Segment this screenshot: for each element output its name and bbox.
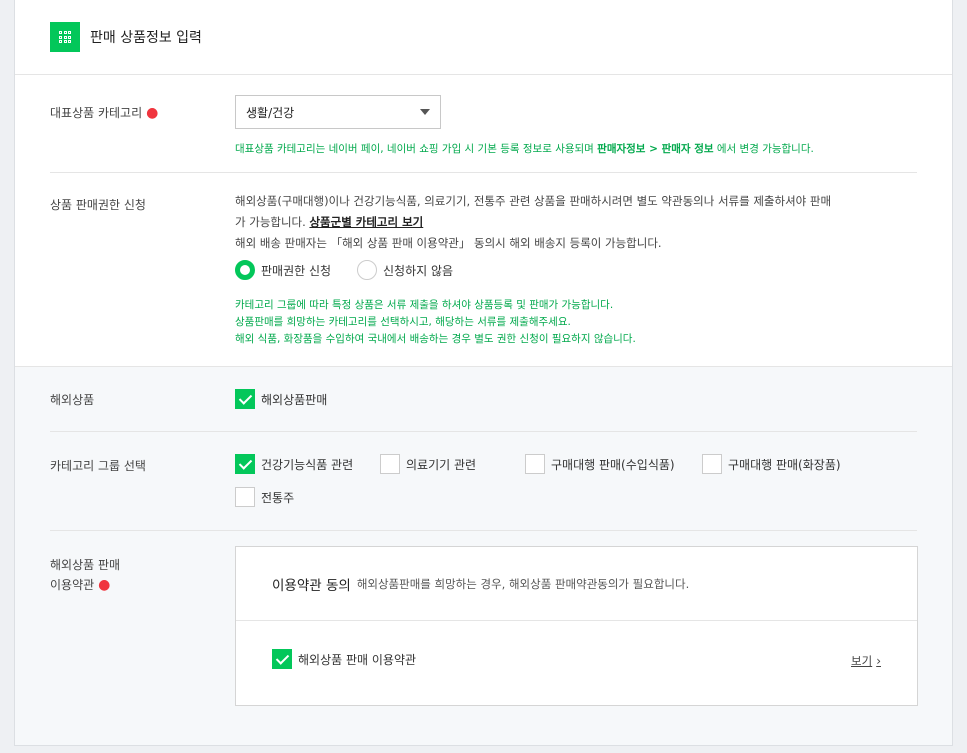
terms-description: 해외상품판매를 희망하는 경우, 해외상품 판매약관동의가 필요합니다. <box>356 576 690 591</box>
seller-info-link[interactable]: 판매자정보 > 판매자 정보 <box>597 143 713 155</box>
terms-label-line2: 이용약관 <box>50 578 95 592</box>
required-mark: ● <box>146 105 159 121</box>
category-select-value: 생활/건강 <box>246 105 295 120</box>
category-label: 대표상품 카테고리 ● <box>50 104 158 121</box>
terms-label: 해외상품 판매 이용약관 ● <box>50 555 120 595</box>
permission-note-2: 상품판매를 희망하는 카테고리를 선택하시고, 해당하는 서류를 제출해주세요. <box>235 316 571 328</box>
category-group-checkbox[interactable]: 전통주 <box>235 487 294 507</box>
checkbox-unchecked-icon <box>380 454 400 474</box>
terms-agree-checkbox[interactable]: 해외상품 판매 이용약관 <box>272 649 416 669</box>
checkbox-unchecked-icon <box>235 487 255 507</box>
radio-apply[interactable]: 판매권한 신청 <box>235 260 331 280</box>
permission-notes: 카테고리 그룹에 따라 특정 상품은 서류 제출을 하셔야 상품등록 및 판매가… <box>235 297 636 348</box>
caret-down-icon <box>420 109 430 115</box>
category-group-item-label: 전통주 <box>261 490 295 505</box>
divider <box>50 172 917 173</box>
permission-note-3: 해외 식품, 화장품을 수입하여 국내에서 배송하는 경우 별도 권한 신청이 … <box>235 333 636 345</box>
category-group-checkbox[interactable]: 구매대행 판매(수입식품) <box>525 454 675 474</box>
permission-desc-line2: 가 가능합니다. 상품군별 카테고리 보기 <box>235 212 925 233</box>
category-select[interactable]: 생활/건강 <box>235 95 441 129</box>
terms-title: 이용약관 동의 <box>272 577 351 594</box>
category-group-link[interactable]: 상품군별 카테고리 보기 <box>309 215 423 229</box>
required-mark: ● <box>98 577 111 593</box>
category-group-checkbox[interactable]: 건강기능식품 관련 <box>235 454 353 474</box>
terms-label-line1: 해외상품 판매 <box>50 558 121 572</box>
category-group-checkbox[interactable]: 의료기기 관련 <box>380 454 476 474</box>
radio-apply-label: 판매권한 신청 <box>261 263 332 278</box>
category-group-item-label: 구매대행 판매(수입식품) <box>551 457 675 472</box>
radio-not-apply[interactable]: 신청하지 않음 <box>357 260 453 280</box>
panel-header: 판매 상품정보 입력 <box>15 0 952 75</box>
radio-checked-icon <box>235 260 255 280</box>
checkbox-unchecked-icon <box>525 454 545 474</box>
category-group-checkbox[interactable]: 구매대행 판매(화장품) <box>702 454 841 474</box>
checkbox-checked-icon <box>272 649 292 669</box>
terms-box: 이용약관 동의 해외상품판매를 희망하는 경우, 해외상품 판매약관동의가 필요… <box>235 546 918 706</box>
checkbox-checked-icon <box>235 389 255 409</box>
divider <box>50 530 917 531</box>
overseas-sale-checkbox[interactable]: 해외상품판매 <box>235 389 327 409</box>
terms-view-label: 보기 <box>851 654 873 668</box>
category-group-item-label: 의료기기 관련 <box>406 457 477 472</box>
radio-unchecked-icon <box>357 260 377 280</box>
checkbox-unchecked-icon <box>702 454 722 474</box>
terms-view-link[interactable]: 보기 › <box>851 653 881 669</box>
category-notice-suffix: 에서 변경 가능합니다. <box>713 143 814 155</box>
permission-note-1: 카테고리 그룹에 따라 특정 상품은 서류 제출을 하셔야 상품등록 및 판매가… <box>235 299 614 311</box>
terms-header: 이용약관 동의 해외상품판매를 희망하는 경우, 해외상품 판매약관동의가 필요… <box>236 547 917 621</box>
divider <box>50 431 917 432</box>
category-group-label: 카테고리 그룹 선택 <box>50 459 146 473</box>
overseas-sale-label: 해외상품판매 <box>261 392 328 407</box>
category-label-text: 대표상품 카테고리 <box>50 106 143 120</box>
permission-desc-line1: 해외상품(구매대행)이나 건강기능식품, 의료기기, 전통주 관련 상품을 판매… <box>235 194 832 208</box>
radio-not-apply-label: 신청하지 않음 <box>383 263 454 278</box>
product-info-panel: 판매 상품정보 입력 대표상품 카테고리 ● 생활/건강 대표상품 카테고리는 네… <box>14 0 953 746</box>
category-group-item-label: 건강기능식품 관련 <box>261 457 354 472</box>
terms-agree-label: 해외상품 판매 이용약관 <box>298 652 417 667</box>
chevron-right-icon: › <box>876 654 881 668</box>
page-title: 판매 상품정보 입력 <box>90 30 202 46</box>
permission-label: 상품 판매권한 신청 <box>50 198 146 212</box>
permission-description: 해외상품(구매대행)이나 건강기능식품, 의료기기, 전통주 관련 상품을 판매… <box>235 191 925 254</box>
category-group-item-label: 구매대행 판매(화장품) <box>728 457 841 472</box>
category-notice: 대표상품 카테고리는 네이버 페이, 네이버 쇼핑 가입 시 기본 등록 정보로… <box>235 141 814 156</box>
overseas-label: 해외상품 <box>50 393 95 407</box>
category-notice-prefix: 대표상품 카테고리는 네이버 페이, 네이버 쇼핑 가입 시 기본 등록 정보로… <box>235 143 598 155</box>
permission-desc-line3: 해외 배송 판매자는 「해외 상품 판매 이용약관」 동의시 해외 배송지 등록… <box>235 236 662 250</box>
checkbox-checked-icon <box>235 454 255 474</box>
grid-icon <box>50 22 80 52</box>
permission-desc-line2-text: 가 가능합니다. <box>235 215 310 229</box>
